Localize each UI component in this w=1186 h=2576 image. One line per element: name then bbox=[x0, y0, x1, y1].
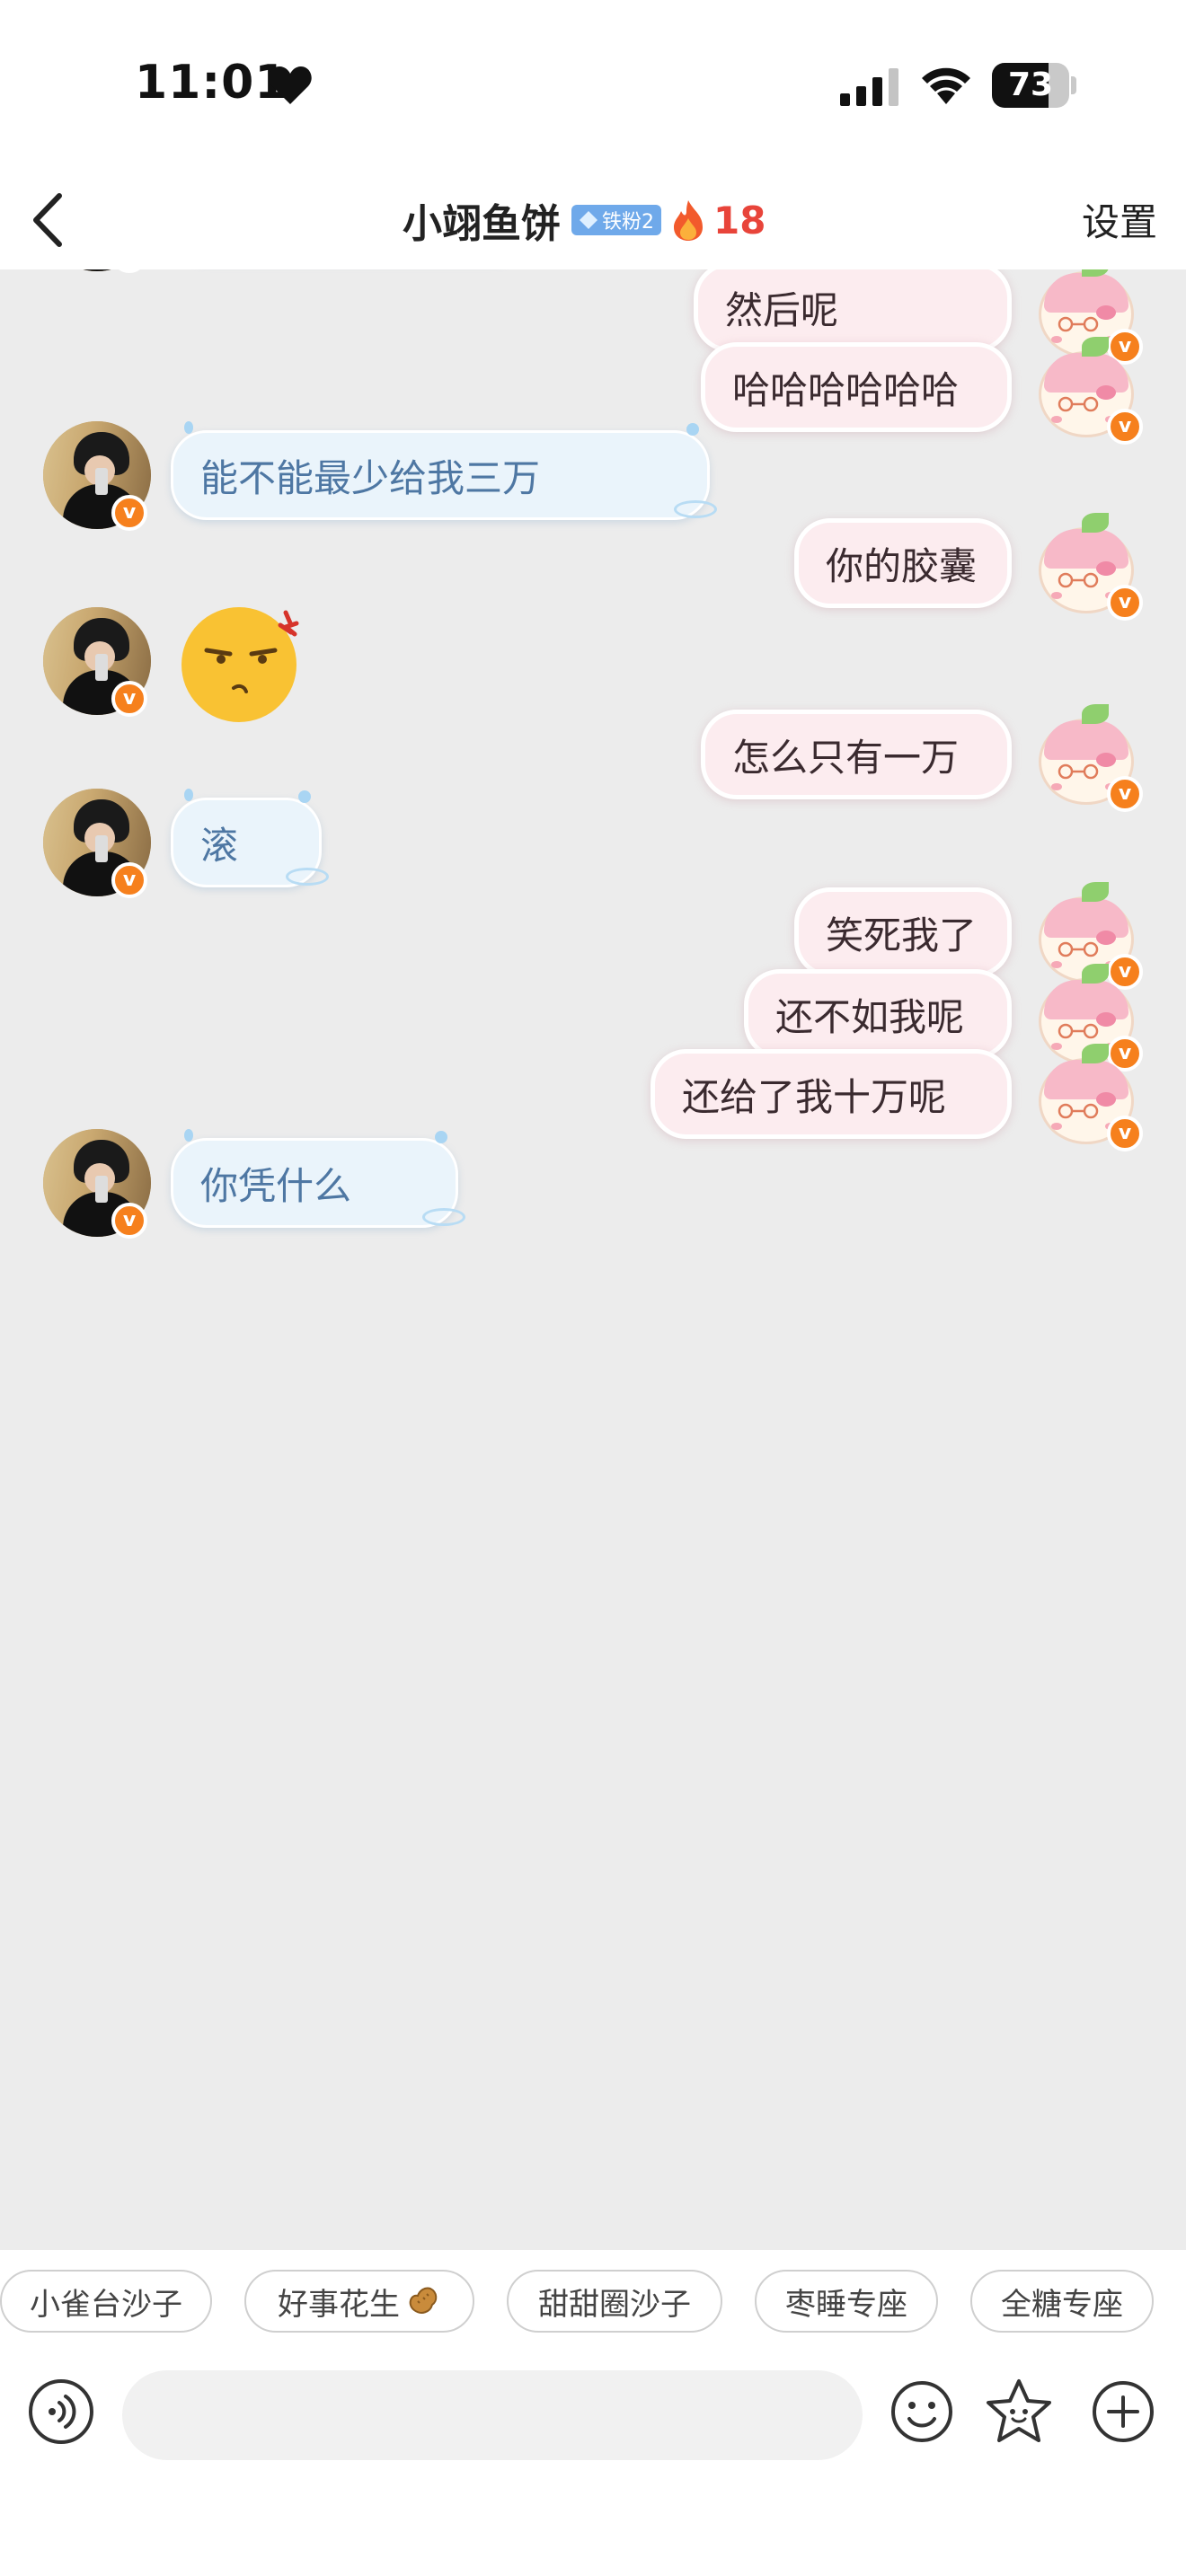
flame-icon bbox=[674, 200, 703, 241]
peanut-icon bbox=[409, 2287, 438, 2314]
water-drop-decoration bbox=[298, 790, 311, 803]
diamond-icon bbox=[580, 211, 597, 229]
quick-reply-label: 枣睡专座 bbox=[785, 2286, 907, 2323]
message-bubble-received[interactable]: 能不能最少给我三万 bbox=[171, 430, 710, 520]
more-options-button[interactable] bbox=[1091, 2379, 1155, 2444]
verified-badge-icon: v bbox=[1107, 585, 1143, 621]
input-bar bbox=[0, 2352, 1186, 2576]
quick-reply-label: 甜甜圈沙子 bbox=[538, 2286, 691, 2323]
battery-indicator: 73 bbox=[992, 63, 1076, 108]
status-bar: 11:01 73 bbox=[0, 0, 1186, 171]
emoji-button[interactable] bbox=[890, 2379, 954, 2444]
verified-badge-icon: v bbox=[1107, 1116, 1143, 1151]
quick-reply-chip[interactable]: 甜甜圈沙子 bbox=[507, 2270, 722, 2333]
star-face-icon bbox=[987, 2379, 1051, 2442]
water-drop-decoration bbox=[184, 1129, 193, 1142]
status-time: 11:01 bbox=[135, 56, 288, 110]
battery-percent: 73 bbox=[1007, 66, 1054, 103]
fan-badge-label: 铁粉2 bbox=[602, 211, 654, 234]
verified-badge-icon: v bbox=[111, 862, 147, 898]
chat-title-group[interactable]: 小翊鱼饼 铁粉2 18 bbox=[403, 190, 766, 250]
quick-reply-label: 小雀台沙子 bbox=[30, 2286, 182, 2323]
swirl-decoration bbox=[286, 868, 329, 886]
fire-streak-count: 18 bbox=[713, 198, 766, 243]
verified-badge-icon: v bbox=[111, 495, 147, 531]
quick-reply-chip[interactable]: 全糖专座 bbox=[970, 2270, 1154, 2333]
quick-reply-label: 好事花生 bbox=[278, 2286, 400, 2323]
verified-badge-icon: v bbox=[1107, 409, 1143, 445]
chat-header: 小翊鱼饼 铁粉2 18 设置 bbox=[0, 171, 1186, 269]
swirl-decoration bbox=[674, 500, 717, 518]
message-list[interactable]: v我那条rs5万v然后呢v哈哈哈哈哈哈v能不能最少给我三万v你的胶囊vv怎么只有… bbox=[0, 269, 1186, 2250]
wifi-icon bbox=[922, 67, 970, 104]
message-input[interactable] bbox=[122, 2370, 863, 2460]
quick-reply-chip[interactable]: 小雀台沙子 bbox=[0, 2270, 212, 2333]
settings-button[interactable]: 设置 bbox=[1082, 192, 1157, 247]
message-bubble-sent[interactable]: 还给了我十万呢 bbox=[651, 1049, 1012, 1139]
heart-icon bbox=[269, 66, 312, 104]
message-bubble-sent[interactable]: 然后呢 bbox=[694, 269, 1012, 352]
verified-badge-icon: v bbox=[1107, 776, 1143, 812]
verified-badge-icon: v bbox=[111, 681, 147, 717]
page-title: 小翊鱼饼 bbox=[403, 201, 561, 247]
water-drop-decoration bbox=[184, 421, 193, 434]
cellular-signal-icon bbox=[840, 68, 898, 106]
quick-reply-label: 全糖专座 bbox=[1001, 2286, 1123, 2323]
message-bubble-sent[interactable]: 笑死我了 bbox=[794, 887, 1012, 977]
swirl-decoration bbox=[422, 1208, 465, 1226]
chevron-left-icon[interactable] bbox=[25, 189, 70, 251]
message-bubble-sent[interactable]: 怎么只有一万 bbox=[701, 710, 1012, 799]
message-bubble-sent[interactable]: 你的胶囊 bbox=[794, 518, 1012, 608]
sticker-button[interactable] bbox=[985, 2378, 1053, 2446]
message-bubble-sent[interactable]: 哈哈哈哈哈哈 bbox=[701, 342, 1012, 432]
quick-reply-bar: 小雀台沙子 好事花生 甜甜圈沙子 枣睡专座 全糖专座 bbox=[0, 2250, 1186, 2352]
voice-icon bbox=[49, 2395, 76, 2429]
water-drop-decoration bbox=[184, 789, 193, 801]
message-bubble-received[interactable]: 你凭什么 bbox=[171, 1138, 458, 1228]
quick-reply-chip[interactable]: 枣睡专座 bbox=[755, 2270, 938, 2333]
annoyed-face-icon[interactable] bbox=[180, 598, 305, 724]
smiley-icon bbox=[891, 2381, 952, 2442]
quick-reply-chip[interactable]: 好事花生 bbox=[244, 2270, 474, 2333]
water-drop-decoration bbox=[686, 423, 699, 436]
voice-input-button[interactable] bbox=[29, 2379, 93, 2444]
water-drop-decoration bbox=[435, 1131, 447, 1143]
verified-badge-icon: v bbox=[111, 1203, 147, 1239]
fan-level-badge: 铁粉2 bbox=[571, 205, 661, 235]
message-bubble-sent[interactable]: 还不如我呢 bbox=[744, 969, 1012, 1059]
plus-icon bbox=[1093, 2381, 1154, 2442]
